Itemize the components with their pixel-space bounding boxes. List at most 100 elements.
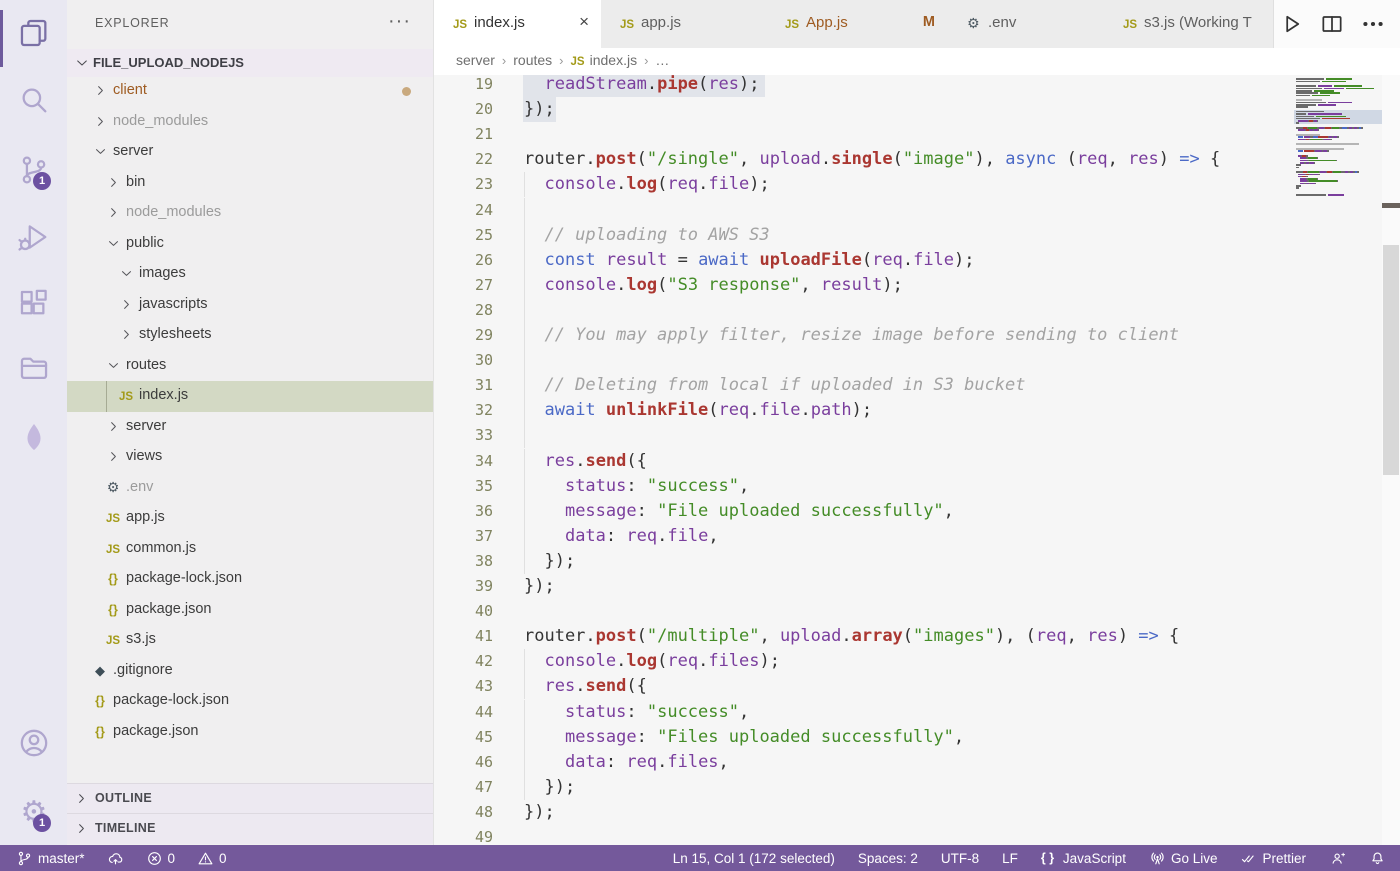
js-file-icon: JS — [118, 391, 134, 403]
code-line-19: 19 readStream.pipe(res); — [434, 75, 1400, 98]
split-editor-icon[interactable] — [1319, 11, 1345, 37]
status-errors[interactable]: 0 — [144, 845, 178, 871]
file-label: .env — [126, 478, 154, 495]
breadcrumb-separator: › — [501, 52, 507, 68]
activity-item-mongodb[interactable] — [0, 409, 67, 465]
editor-scrollbar[interactable] — [1382, 75, 1400, 845]
tree-item-javascripts[interactable]: javascripts — [67, 290, 433, 321]
code-line-38: 38 }); — [434, 548, 1400, 574]
tree-indent-guide — [106, 381, 107, 412]
tree-item-server[interactable]: server — [67, 412, 433, 443]
activity-item-extensions[interactable] — [0, 277, 67, 333]
status-indentation[interactable]: Spaces: 2 — [856, 845, 920, 871]
chevron-right-icon — [119, 297, 135, 313]
tree-item-index.js[interactable]: JS index.js — [67, 381, 433, 412]
tree-item-server[interactable]: server — [67, 137, 433, 168]
explorer-icon — [17, 16, 51, 50]
tab-index.js[interactable]: JS index.js × — [434, 0, 602, 49]
remote-explorer-icon — [17, 351, 51, 385]
code-text: }); — [524, 550, 576, 571]
minimap[interactable] — [1294, 75, 1382, 845]
tree-item-node_modules[interactable]: node_modules — [67, 198, 433, 229]
tree-item-s3.js[interactable]: JS s3.js — [67, 625, 433, 656]
activity-item-explorer[interactable] — [0, 5, 67, 67]
explorer-more-actions-icon[interactable]: ··· — [388, 10, 411, 33]
line-number: 21 — [474, 125, 493, 144]
line-number: 49 — [474, 828, 493, 845]
tab-.env[interactable]: ⚙ .env — [948, 0, 1105, 48]
panel-header-outline[interactable]: OUTLINE — [67, 783, 433, 814]
chevron-right-icon — [93, 114, 109, 130]
status-publish-changes[interactable] — [105, 845, 126, 871]
code-text: status: "success", — [564, 701, 750, 722]
tree-item-package-lock.json[interactable]: {} package-lock.json — [67, 686, 433, 717]
braces-file-icon: {} — [108, 602, 118, 617]
tab-app.js[interactable]: JS app.js — [601, 0, 767, 48]
tree-item-images[interactable]: images — [67, 259, 433, 290]
status-label: LF — [1002, 850, 1018, 866]
more-actions-icon[interactable] — [1360, 11, 1386, 37]
status-language-mode[interactable]: { } JavaScript — [1039, 845, 1128, 871]
breadcrumb-item[interactable]: … — [655, 52, 669, 68]
tree-item-.env[interactable]: ⚙ .env — [67, 473, 433, 504]
search-icon — [17, 83, 51, 117]
tree-item-.gitignore[interactable]: ◆ .gitignore — [67, 656, 433, 687]
status-eol[interactable]: LF — [1000, 845, 1020, 871]
tree-item-public[interactable]: public — [67, 229, 433, 260]
tab-s3.js[interactable]: JS s3.js (Working T — [1104, 0, 1274, 48]
line-number: 39 — [474, 577, 493, 595]
breadcrumb-item[interactable]: routes — [513, 52, 552, 68]
activity-item-accounts[interactable] — [0, 715, 67, 771]
code-text: console.log(req.file); — [544, 174, 770, 195]
breadcrumb-item[interactable]: JS index.js — [571, 52, 638, 68]
activity-item-run-and-debug[interactable] — [0, 209, 67, 265]
status-label: UTF-8 — [940, 850, 980, 866]
status-encoding[interactable]: UTF-8 — [939, 845, 981, 871]
project-root-header[interactable]: FILE_UPLOAD_NODEJS — [67, 49, 433, 77]
tree-item-bin[interactable]: bin — [67, 168, 433, 199]
tree-item-app.js[interactable]: JS app.js — [67, 503, 433, 534]
tree-item-package-lock.json[interactable]: {} package-lock.json — [67, 564, 433, 595]
status-feedback[interactable] — [1327, 845, 1348, 871]
status-warnings[interactable]: 0 — [195, 845, 229, 871]
minimap-line — [1296, 129, 1320, 132]
code-line-27: 27 console.log("S3 response", result); — [434, 272, 1400, 298]
code-line-40: 40 — [434, 599, 1400, 624]
scrollbar-thumb[interactable] — [1383, 245, 1399, 475]
code-line-29: 29 // You may apply filter, resize image… — [434, 323, 1400, 349]
breadcrumb-item[interactable]: server — [456, 52, 495, 68]
status-cursor-position[interactable]: Ln 15, Col 1 (172 selected) — [671, 845, 837, 871]
tree-item-routes[interactable]: routes — [67, 351, 433, 382]
status-notifications[interactable] — [1367, 845, 1388, 871]
panel-header-timeline[interactable]: TIMELINE — [67, 813, 433, 844]
status-git-branch[interactable]: master* — [14, 845, 87, 871]
activity-item-settings[interactable]: ⚙ 1 — [0, 784, 67, 840]
tree-item-views[interactable]: views — [67, 442, 433, 473]
code-line-43: 43 res.send({ — [434, 674, 1400, 700]
code-line-23: 23 console.log(req.file); — [434, 172, 1400, 198]
line-number: 46 — [474, 752, 493, 771]
run-and-debug-icon — [17, 220, 51, 254]
code-line-22: 22 router.post("/single", upload.single("… — [434, 147, 1400, 172]
tab-App.js[interactable]: JS App.js M — [766, 0, 949, 48]
status-prettier[interactable]: Prettier — [1238, 845, 1308, 871]
tree-item-package.json[interactable]: {} package.json — [67, 595, 433, 626]
line-number: 48 — [474, 802, 493, 821]
code-text: }); — [524, 99, 555, 120]
tree-item-client[interactable]: client — [67, 76, 433, 107]
branch-icon — [16, 850, 33, 867]
code-editor[interactable]: 19 readStream.pipe(res); 20}); 21 22 router.… — [434, 75, 1400, 845]
file-label: s3.js — [126, 631, 156, 647]
status-go-live[interactable]: Go Live — [1147, 845, 1220, 871]
tree-item-stylesheets[interactable]: stylesheets — [67, 320, 433, 351]
activity-item-search[interactable] — [0, 72, 67, 128]
tree-item-node_modules[interactable]: node_modules — [67, 107, 433, 138]
tree-item-common.js[interactable]: JS common.js — [67, 534, 433, 565]
tree-item-package.json[interactable]: {} package.json — [67, 717, 433, 748]
code-line-46: 46 data: req.files, — [434, 749, 1400, 775]
close-icon[interactable]: × — [579, 12, 589, 32]
activity-item-remote-explorer[interactable] — [0, 340, 67, 396]
line-number: 45 — [474, 727, 493, 746]
activity-item-source-control[interactable]: 1 — [0, 142, 67, 198]
run-file-icon[interactable] — [1278, 11, 1304, 37]
